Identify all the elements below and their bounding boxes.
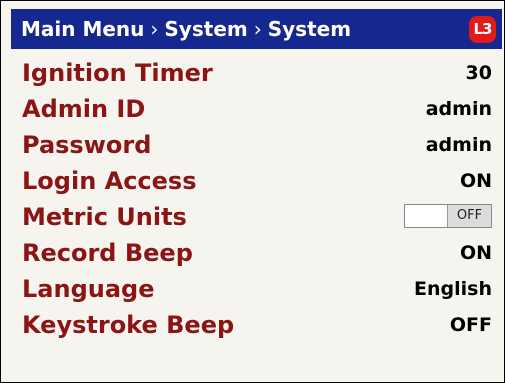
- setting-admin-id[interactable]: Admin ID admin: [22, 91, 492, 127]
- settings-screen: Main Menu › System › System L3 Ignition Time…: [0, 0, 505, 383]
- setting-label: Password: [22, 131, 152, 159]
- breadcrumb-separator: ›: [150, 17, 159, 41]
- setting-value: ON: [459, 170, 492, 192]
- setting-value: English: [414, 278, 492, 300]
- setting-label: Metric Units: [22, 203, 187, 231]
- setting-login-access[interactable]: Login Access ON: [22, 163, 492, 199]
- setting-value: 30: [465, 62, 492, 84]
- breadcrumb-separator: ›: [253, 17, 262, 41]
- setting-value: ON: [459, 242, 492, 264]
- toggle-state-label: OFF: [447, 205, 491, 227]
- breadcrumb-main-menu[interactable]: Main Menu: [21, 17, 144, 41]
- title-bar: Main Menu › System › System L3: [11, 9, 502, 49]
- setting-label: Record Beep: [22, 239, 193, 267]
- setting-language[interactable]: Language English: [22, 271, 492, 307]
- setting-value: admin: [425, 134, 492, 156]
- setting-metric-units[interactable]: Metric Units OFF: [22, 199, 492, 235]
- metric-units-toggle[interactable]: OFF: [404, 204, 492, 228]
- setting-label: Login Access: [22, 167, 197, 195]
- breadcrumb: Main Menu › System › System: [21, 9, 351, 49]
- breadcrumb-current: System: [267, 17, 352, 41]
- setting-ignition-timer[interactable]: Ignition Timer 30: [22, 55, 492, 91]
- setting-record-beep[interactable]: Record Beep ON: [22, 235, 492, 271]
- setting-label: Language: [22, 275, 155, 303]
- setting-password[interactable]: Password admin: [22, 127, 492, 163]
- setting-label: Keystroke Beep: [22, 311, 235, 339]
- setting-label: Ignition Timer: [22, 59, 213, 87]
- setting-value: OFF: [449, 314, 492, 336]
- setting-label: Admin ID: [22, 95, 146, 123]
- setting-keystroke-beep[interactable]: Keystroke Beep OFF: [22, 307, 492, 343]
- setting-value: admin: [425, 98, 492, 120]
- breadcrumb-system[interactable]: System: [164, 17, 247, 41]
- l3-logo-icon: L3: [469, 16, 496, 43]
